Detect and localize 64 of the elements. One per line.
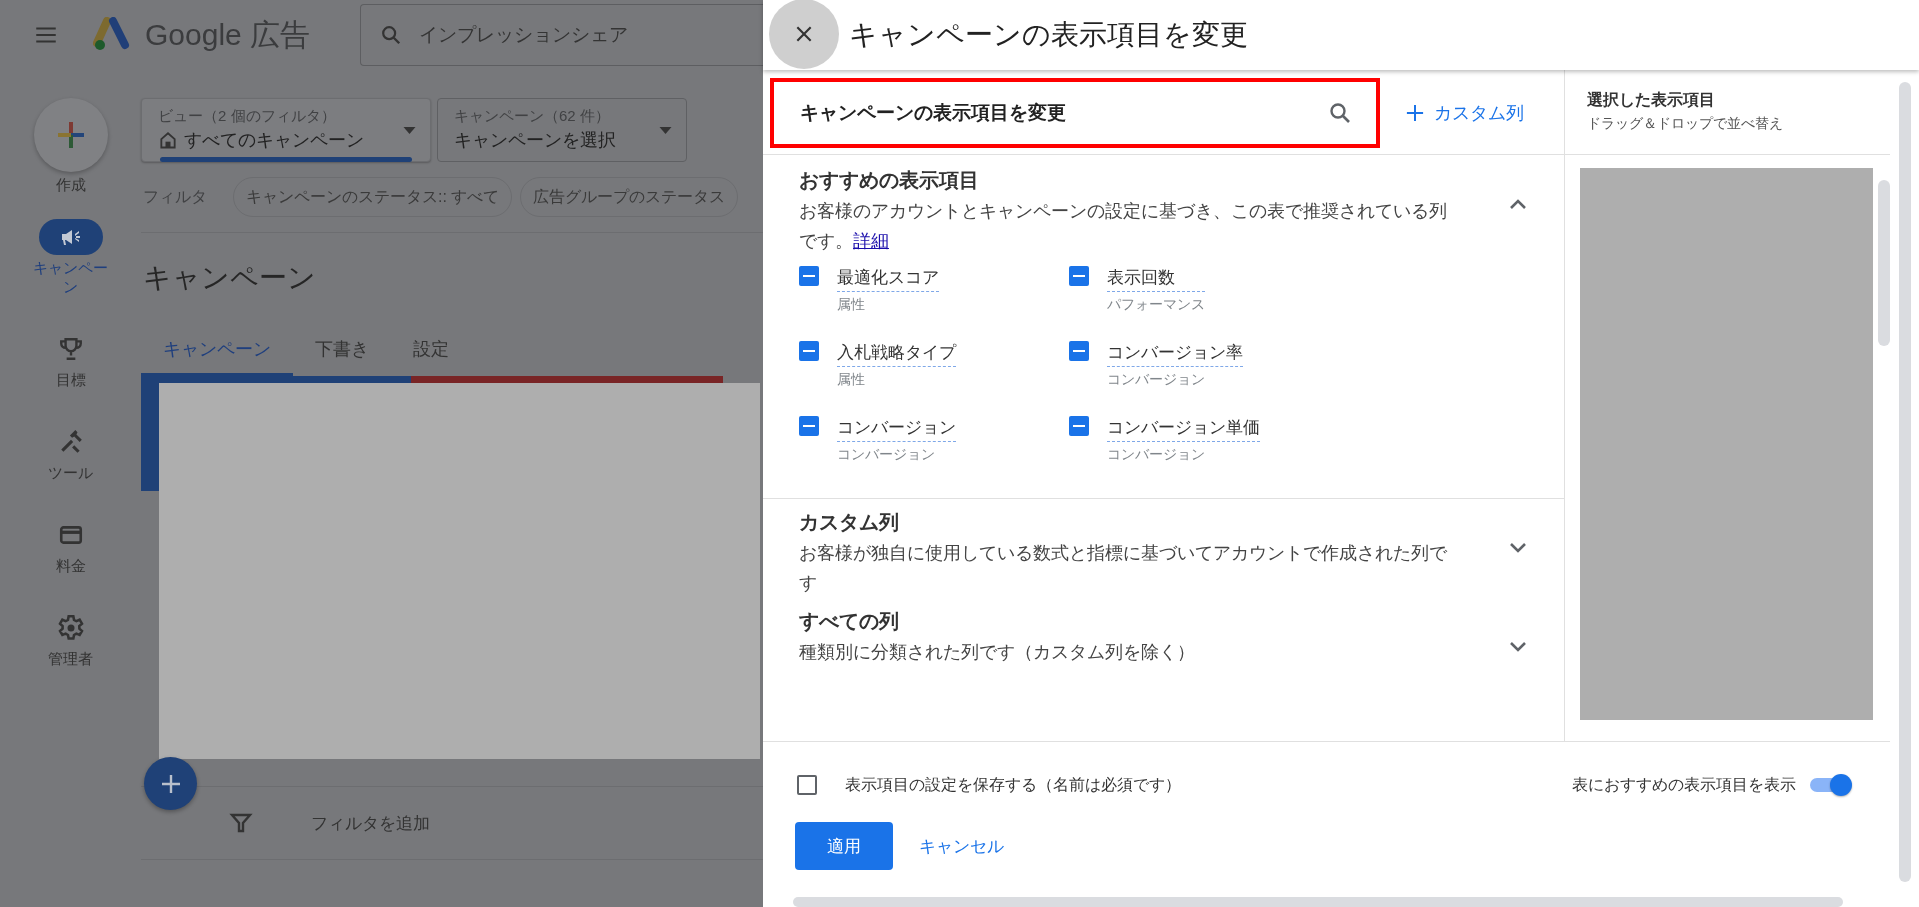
- nav-item[interactable]: キャンペーン: [27, 259, 114, 297]
- section-description: お客様が独自に使用している数式と指標に基づいてアカウントで作成された列です: [799, 542, 1448, 595]
- filter-icon[interactable]: [229, 811, 253, 835]
- view-dropdown[interactable]: ビュー（2 個のフィルタ） すべてのキャンペーン: [141, 98, 431, 162]
- column-name[interactable]: コンバージョン単価: [1107, 416, 1260, 442]
- nav-item[interactable]: ツール: [27, 464, 114, 483]
- column-category: コンバージョン: [837, 446, 936, 464]
- nav-item[interactable]: 目標: [27, 371, 114, 390]
- save-checkbox[interactable]: [797, 775, 817, 795]
- horizontal-scrollbar[interactable]: [793, 897, 1843, 907]
- nav-item[interactable]: 管理者: [27, 650, 114, 669]
- caret-icon: [659, 127, 672, 135]
- section-title: すべての列: [799, 609, 900, 634]
- selected-columns-title: 選択した表示項目: [1587, 90, 1716, 110]
- trophy-icon: [57, 336, 84, 362]
- section-title: おすすめの表示項目: [799, 168, 980, 193]
- search-field[interactable]: インプレッションシェア: [360, 4, 763, 66]
- search-icon: [380, 24, 403, 46]
- column-name[interactable]: 表示回数: [1107, 266, 1205, 292]
- toggle-switch[interactable]: [1810, 774, 1852, 796]
- column-checkbox[interactable]: [1069, 341, 1089, 361]
- caret-icon: [403, 127, 416, 135]
- scrollbar-thumb[interactable]: [1878, 180, 1890, 346]
- plus-icon: [1406, 104, 1424, 122]
- home-icon: [158, 130, 178, 150]
- column-name[interactable]: コンバージョン率: [1107, 341, 1243, 367]
- column-category: 属性: [837, 371, 866, 389]
- product-name: Google 広告: [145, 16, 311, 53]
- column-checkbox[interactable]: [799, 341, 819, 361]
- column-category: 属性: [837, 296, 866, 314]
- column-category: パフォーマンス: [1107, 296, 1205, 314]
- search-icon: [1328, 101, 1352, 125]
- section-description: 種類別に分類された列です（カスタム列を除く）: [799, 641, 1196, 664]
- column-checkbox[interactable]: [799, 416, 819, 436]
- column-category: コンバージョン: [1107, 446, 1206, 464]
- panel-title: キャンペーンの表示項目を変更: [849, 18, 1248, 52]
- cancel-button[interactable]: キャンセル: [915, 830, 1008, 862]
- tab[interactable]: 設定: [391, 337, 471, 376]
- tab[interactable]: 下書き: [293, 337, 391, 376]
- page-title: キャンペーン: [143, 261, 317, 295]
- column-name[interactable]: コンバージョン: [837, 416, 956, 442]
- nav-icon-pill[interactable]: [38, 219, 103, 255]
- add-filter-link[interactable]: フィルタを追加: [311, 811, 430, 835]
- column-search-field[interactable]: キャンペーンの表示項目を変更: [770, 78, 1380, 148]
- add-button[interactable]: [144, 757, 197, 810]
- section-title: カスタム列: [799, 510, 900, 535]
- nav-item[interactable]: 料金: [27, 557, 114, 576]
- column-checkbox[interactable]: [799, 266, 819, 286]
- close-icon: [794, 24, 814, 44]
- apply-button[interactable]: 適用: [795, 822, 893, 870]
- column-name[interactable]: 最適化スコア: [837, 266, 939, 292]
- section-description: お客様のアカウントとキャンペーンの設定に基づき、この表で推奨されている列です。詳細: [799, 200, 1448, 253]
- column-category: コンバージョン: [1107, 371, 1206, 389]
- custom-column-button[interactable]: カスタム列: [1402, 97, 1528, 129]
- create-label: 作成: [55, 176, 86, 195]
- scrollbar-thumb[interactable]: [1898, 82, 1911, 882]
- column-checkbox[interactable]: [1069, 266, 1089, 286]
- column-checkbox[interactable]: [1069, 416, 1089, 436]
- gear-icon: [56, 614, 85, 642]
- show-recommended-label: 表におすすめの表示項目を表示: [1572, 774, 1796, 795]
- column-name[interactable]: 入札戦略タイプ: [837, 341, 956, 367]
- details-link[interactable]: 詳細: [853, 231, 889, 251]
- save-settings-label: 表示項目の設定を保存する（名前は必須です）: [845, 774, 1181, 795]
- selected-columns-subtitle: ドラッグ＆ドロップで並べ替え: [1587, 115, 1784, 133]
